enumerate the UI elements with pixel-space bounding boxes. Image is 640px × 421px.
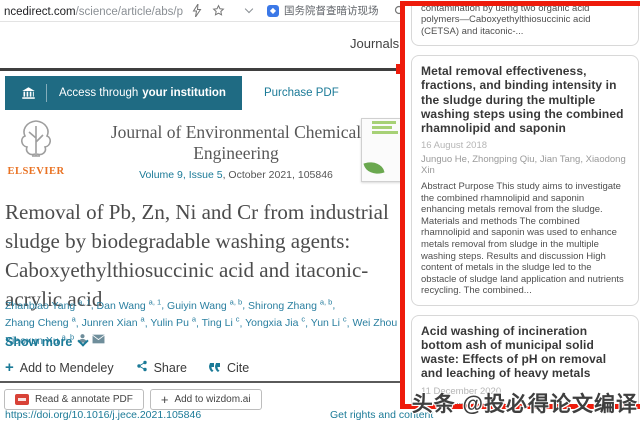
author-link[interactable]: Dan Wang a, 1	[97, 300, 162, 312]
watermark-text: 头条 @投必得论文编译	[412, 388, 638, 418]
author-link[interactable]: Yun Li c	[311, 317, 347, 329]
url-host: ncedirect.com	[4, 6, 76, 18]
bookmark-item[interactable]: ◆ 国务院督查暗访现场	[267, 3, 379, 18]
pdf-icon	[15, 394, 29, 405]
access-button-label: Access throughyour institution	[59, 87, 226, 99]
recommended-article-card: strategy that circumvents the risk of se…	[411, 1, 639, 46]
elsevier-tree-icon	[16, 147, 56, 164]
doi-link[interactable]: https://doi.org/10.1016/j.jece.2021.1058…	[5, 409, 201, 421]
mendeley-label: Add to Mendeley	[20, 361, 114, 375]
card-title-link[interactable]: Acid washing of incineration bottom ash …	[421, 324, 629, 381]
read-annotate-label: Read & annotate PDF	[35, 394, 133, 405]
plus-icon: +	[161, 392, 169, 407]
lightning-icon[interactable]	[189, 3, 205, 19]
url-path: /science/article/abs/p	[76, 6, 183, 18]
institution-icon	[21, 86, 36, 101]
add-to-mendeley-button[interactable]: + Add to Mendeley	[5, 360, 114, 375]
author-link[interactable]: Zhang Cheng a	[5, 317, 76, 329]
author-link[interactable]: Guiyin Wang a, b	[167, 300, 242, 312]
recommended-article-card: Metal removal effectiveness, fractions, …	[411, 55, 639, 306]
quote-icon	[209, 361, 221, 375]
bookmark-star-icon[interactable]	[211, 3, 227, 19]
card-date: 16 August 2018	[421, 140, 629, 151]
volume-issue-link[interactable]: Volume 9, Issue 5	[139, 169, 222, 181]
address-bar[interactable]: ncedirect.com/science/article/abs/p	[4, 2, 183, 20]
access-institution-button[interactable]: Access throughyour institution	[5, 76, 242, 110]
bookmark-label: 国务院督查暗访现场	[284, 3, 379, 18]
author-link[interactable]: Yulin Pu a	[150, 317, 196, 329]
author-link[interactable]: Zhanbiao Yang a, 1	[5, 300, 91, 312]
read-annotate-pdf-button[interactable]: Read & annotate PDF	[4, 389, 144, 410]
show-more-button[interactable]: Show more	[5, 335, 87, 349]
elsevier-wordmark: ELSEVIER	[5, 166, 67, 177]
card-title-link[interactable]: Metal removal effectiveness, fractions, …	[421, 64, 629, 135]
bookmark-favicon: ◆	[267, 5, 279, 17]
chevron-down-icon	[78, 335, 89, 346]
cite-label: Cite	[227, 361, 249, 375]
plus-icon: +	[5, 360, 14, 375]
author-link[interactable]: Junren Xian a	[82, 317, 145, 329]
cover-art	[363, 159, 384, 177]
share-button[interactable]: Share	[136, 360, 187, 375]
issue-info: , October 2021, 105846	[223, 169, 333, 181]
wizdom-label: Add to wizdom.ai	[174, 394, 250, 405]
chevron-down-icon[interactable]	[241, 3, 257, 19]
nav-journals-link[interactable]: Journals	[350, 36, 399, 51]
author-link[interactable]: Yongxia Jia c	[245, 317, 305, 329]
journal-title-link[interactable]: Journal of Environmental Chemical Engine…	[67, 122, 405, 164]
annotation-notch	[396, 64, 404, 74]
envelope-icon[interactable]	[92, 333, 105, 349]
author-link[interactable]: Shirong Zhang a, b	[248, 300, 332, 312]
elsevier-logo[interactable]: ELSEVIER	[5, 118, 67, 181]
author-link[interactable]: Ting Li c	[202, 317, 240, 329]
author-link[interactable]: Wei Zhou c	[352, 317, 403, 329]
show-more-label: Show more	[5, 335, 72, 349]
card-authors: Junguo He, Zhongping Qiu, Jian Tang, Xia…	[421, 154, 629, 176]
share-label: Share	[154, 361, 187, 375]
recommended-articles-panel: strategy that circumvents the risk of se…	[400, 1, 640, 409]
card-abstract: Abstract Purpose This study aims to inve…	[421, 181, 629, 297]
add-to-wizdom-button[interactable]: + Add to wizdom.ai	[150, 389, 262, 410]
journal-issue-line: Volume 9, Issue 5, October 2021, 105846	[67, 169, 405, 181]
cite-button[interactable]: Cite	[209, 361, 249, 375]
journal-banner: ELSEVIER Journal of Environmental Chemic…	[5, 118, 405, 181]
purchase-pdf-link[interactable]: Purchase PDF	[264, 87, 339, 99]
button-divider	[46, 84, 47, 102]
share-icon	[136, 360, 148, 375]
card-abstract: strategy that circumvents the risk of se…	[421, 1, 629, 37]
